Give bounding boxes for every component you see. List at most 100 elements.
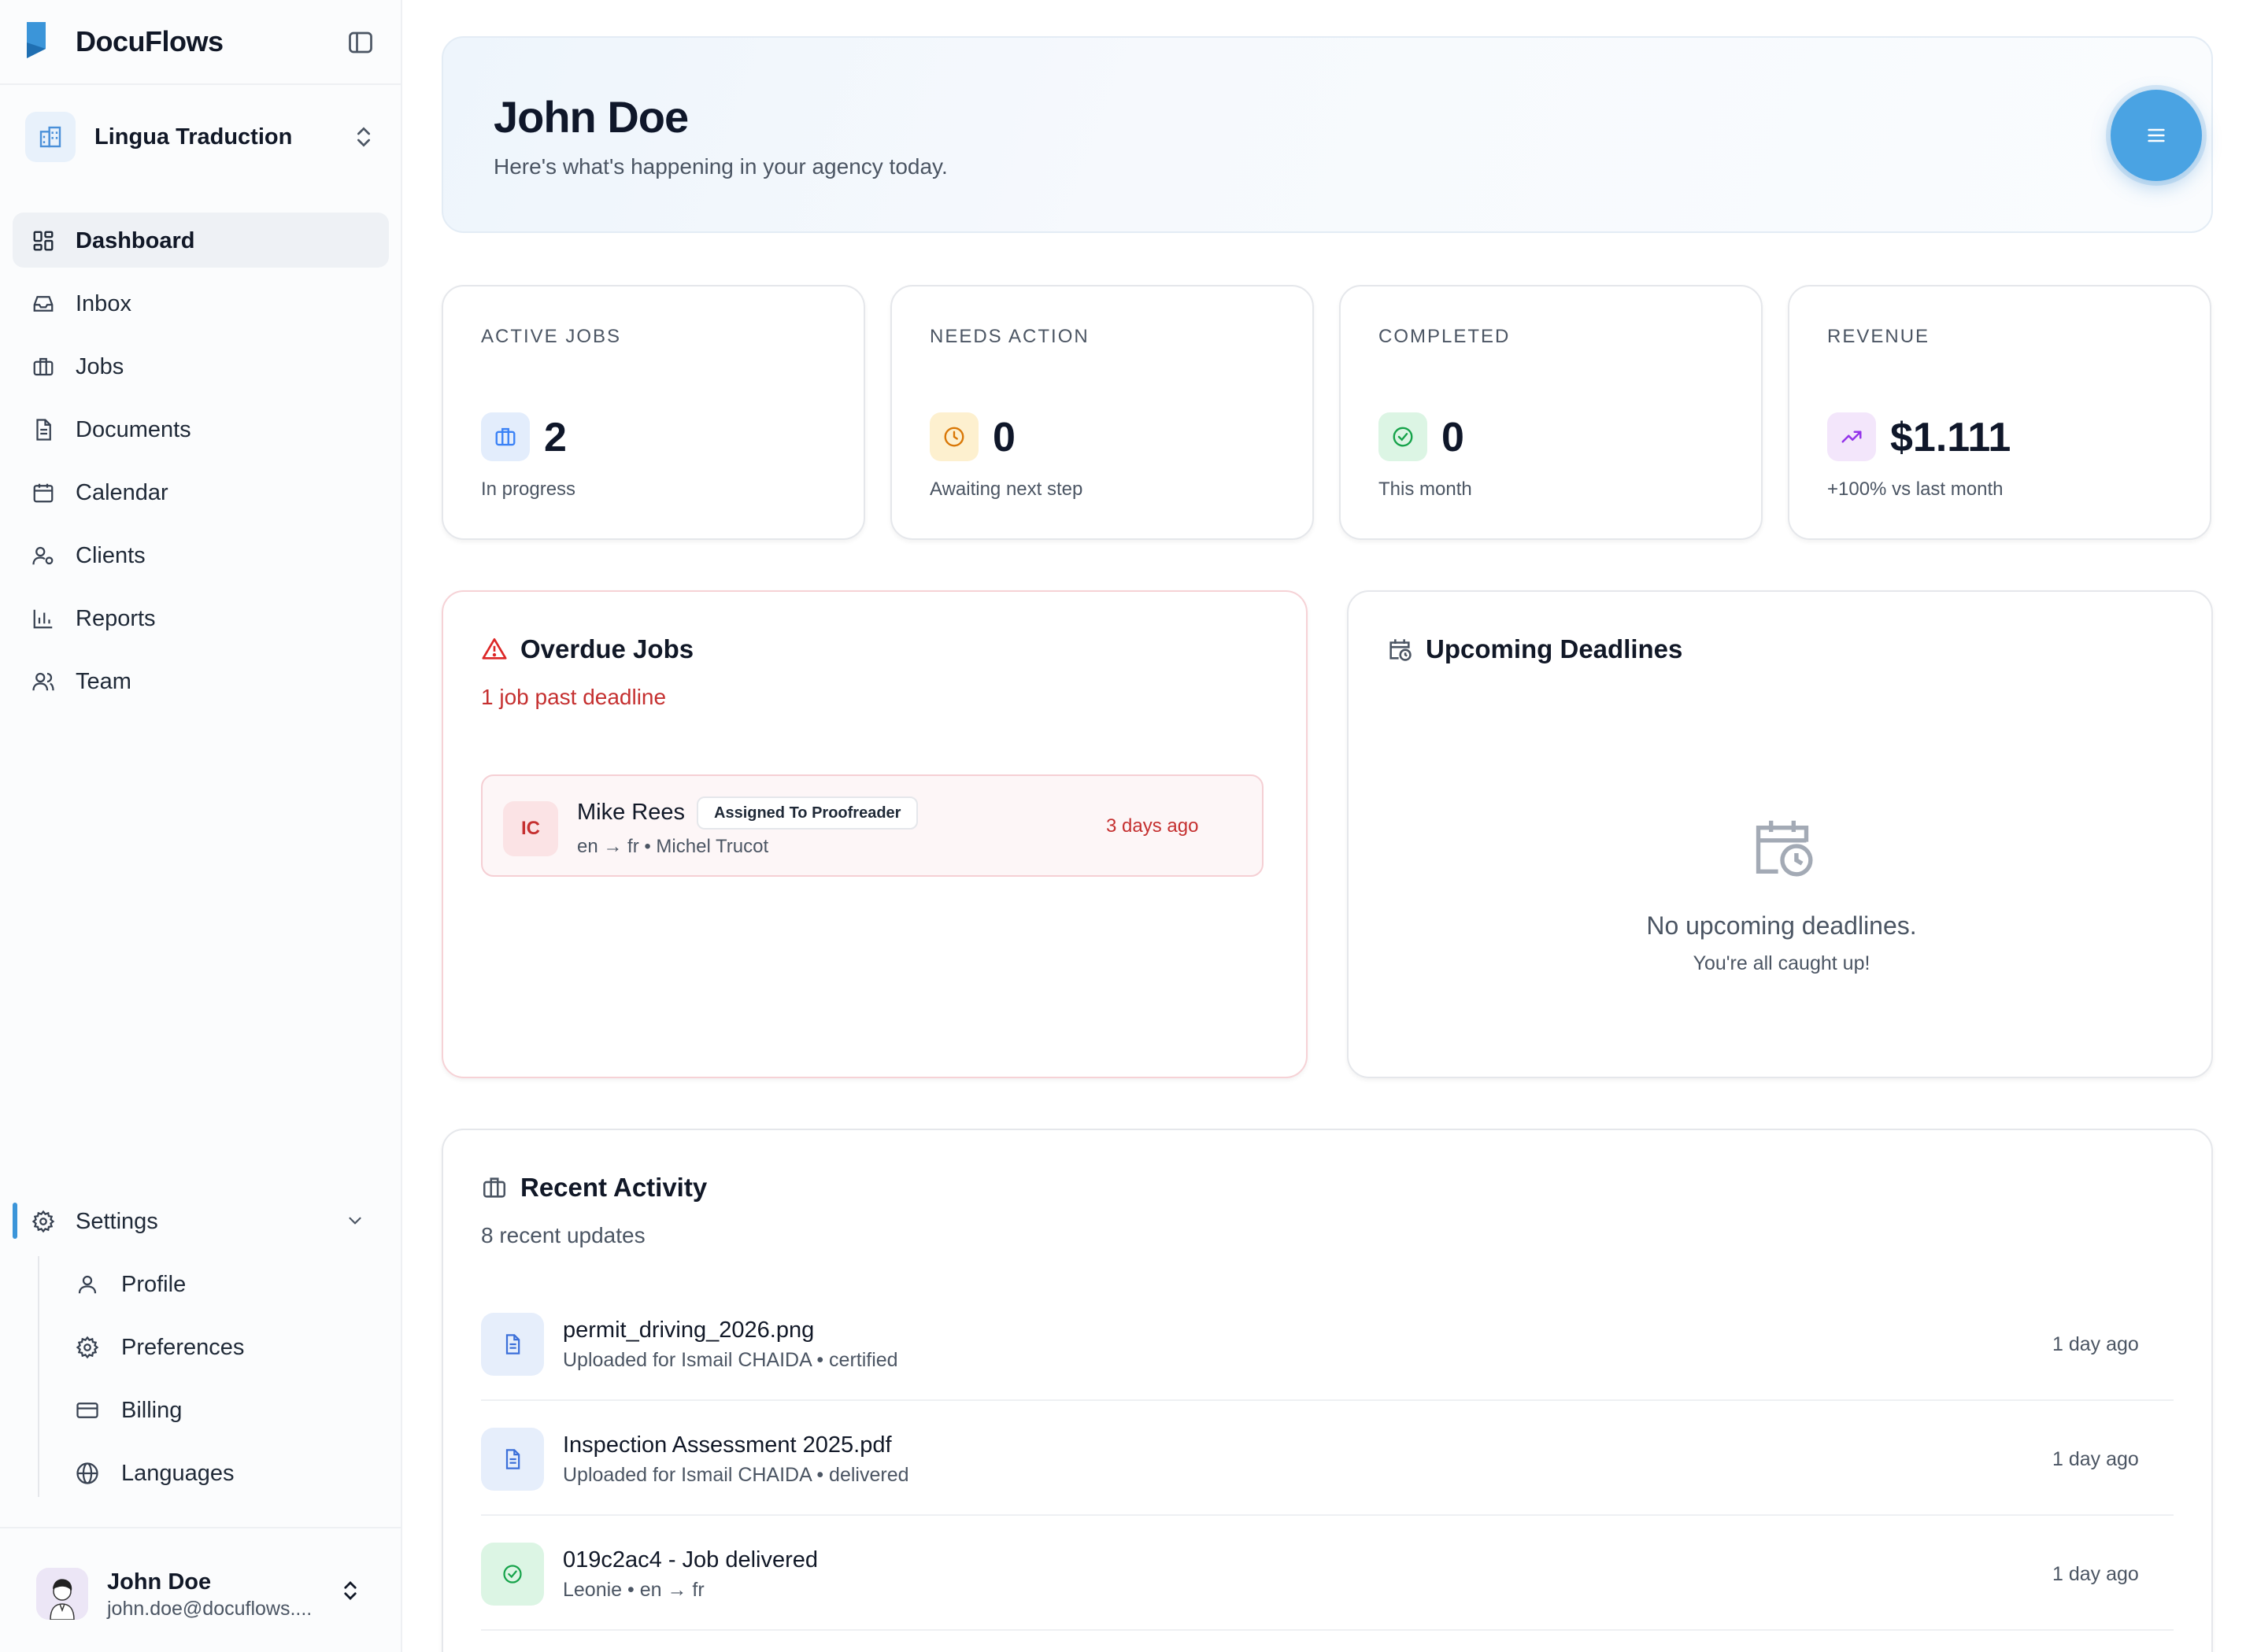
- building-icon: [25, 112, 76, 162]
- nav-item-team[interactable]: Team: [13, 653, 389, 708]
- gear-icon: [31, 1210, 55, 1233]
- nav-item-documents[interactable]: Documents: [13, 401, 389, 456]
- active-indicator: [13, 1203, 17, 1239]
- nav-label: Inbox: [76, 291, 131, 316]
- activity-title: 019c2ac4 - Job delivered: [563, 1547, 819, 1573]
- nav-item-settings[interactable]: Settings: [13, 1193, 389, 1248]
- nav-label: Calendar: [76, 480, 168, 505]
- overdue-count: 1 job past deadline: [481, 685, 667, 709]
- brand-name: DocuFlows: [76, 25, 224, 57]
- globe-icon: [76, 1462, 98, 1484]
- activity-subtitle: Leonie • en → fr: [563, 1579, 705, 1601]
- menu-icon: [2148, 128, 2165, 142]
- calendar-clock-icon: [1389, 639, 1412, 661]
- menu-button[interactable]: [2111, 90, 2202, 181]
- sidebar-toggle-icon[interactable]: [346, 28, 375, 57]
- avatar: [36, 1568, 88, 1620]
- nav-label: Reports: [76, 606, 156, 631]
- dashboard-icon: [33, 231, 54, 251]
- nav-label: Clients: [76, 543, 146, 568]
- nav-label: Profile: [121, 1272, 187, 1297]
- overdue-job-row[interactable]: IC Mike Rees Assigned To Proofreader en …: [481, 774, 1264, 877]
- nav-label: Team: [76, 669, 131, 694]
- check-circle-icon: [481, 1543, 544, 1606]
- activity-item[interactable]: Inspection Assessment 2025.pdf Uploaded …: [481, 1401, 2174, 1516]
- user-icon: [78, 1275, 97, 1294]
- chevrons-up-down-icon: [357, 127, 370, 147]
- main-nav: Dashboard Inbox Jobs Documents Calendar …: [13, 213, 389, 716]
- job-client-name: Mike Rees: [577, 800, 685, 825]
- activity-item[interactable]: 019c2ac4 - Job delivered Leonie • en → f…: [481, 1516, 2174, 1631]
- gear-icon: [76, 1336, 99, 1359]
- nav-label: Billing: [121, 1398, 183, 1423]
- page-title: John Doe: [494, 92, 689, 142]
- nav-item-calendar[interactable]: Calendar: [13, 464, 389, 519]
- user-menu[interactable]: John Doe john.doe@docuflows....: [0, 1527, 401, 1652]
- stat-card-completed: COMPLETED 0 This month: [1339, 285, 1763, 540]
- stat-subtext: This month: [1378, 479, 1472, 500]
- clients-icon: [32, 546, 54, 565]
- nav-item-reports[interactable]: Reports: [13, 590, 389, 645]
- empty-state-title: No upcoming deadlines.: [1646, 911, 1917, 940]
- calendar-clock-icon: [1756, 820, 1813, 877]
- stat-card-needs-action: NEEDS ACTION 0 Awaiting next step: [890, 285, 1314, 540]
- nav-label: Jobs: [76, 354, 124, 379]
- job-meta: en → fr • Michel Trucot: [577, 836, 769, 857]
- nav-item-preferences[interactable]: Preferences: [55, 1319, 389, 1374]
- briefcase-icon: [483, 1177, 506, 1198]
- document-icon: [36, 419, 51, 441]
- chevrons-up-down-icon: [344, 1581, 357, 1600]
- activity-title: permit_driving_2026.png: [563, 1318, 815, 1343]
- nav-item-dashboard[interactable]: Dashboard: [13, 213, 389, 268]
- activity-item[interactable]: permit_driving_2026.png Uploaded for Ism…: [481, 1286, 2174, 1401]
- stat-label: REVENUE: [1827, 326, 1930, 347]
- stat-card-active-jobs: ACTIVE JOBS 2 In progress: [442, 285, 865, 540]
- trending-up-icon: [1827, 412, 1876, 461]
- nav-item-inbox[interactable]: Inbox: [13, 275, 389, 331]
- nav-label: Preferences: [121, 1335, 245, 1360]
- status-badge: Assigned To Proofreader: [697, 796, 919, 830]
- nav-item-profile[interactable]: Profile: [55, 1256, 389, 1311]
- docuflows-logo-icon: [27, 22, 46, 58]
- empty-state-subtitle: You're all caught up!: [1693, 952, 1870, 974]
- main-content: John Doe Here's what's happening in your…: [402, 0, 2246, 1652]
- activity-title: Inspection Assessment 2025.pdf: [563, 1432, 892, 1458]
- nav-item-clients[interactable]: Clients: [13, 527, 389, 582]
- sidebar: DocuFlows Lingua Traduction Dashboard In…: [0, 0, 402, 1652]
- document-icon: [481, 1428, 544, 1491]
- org-switcher[interactable]: Lingua Traduction: [13, 109, 390, 165]
- brand-header: DocuFlows: [0, 0, 401, 85]
- alert-triangle-icon: [482, 638, 507, 660]
- recent-activity-panel: Recent Activity 8 recent updates permit_…: [442, 1129, 2213, 1652]
- activity-time: 1 day ago: [2052, 1333, 2139, 1355]
- chevron-down-icon: [349, 1217, 361, 1225]
- stat-subtext: +100% vs last month: [1827, 479, 2004, 500]
- calendar-icon: [33, 483, 54, 503]
- overdue-jobs-panel: Overdue Jobs 1 job past deadline IC Mike…: [442, 590, 1308, 1078]
- stat-value: $1.111: [1890, 415, 2011, 460]
- settings-subnav: Profile Preferences Billing Languages: [55, 1256, 389, 1508]
- job-overdue-time: 3 days ago: [1106, 815, 1199, 837]
- activity-time: 1 day ago: [2052, 1563, 2139, 1585]
- inbox-icon: [33, 296, 54, 312]
- nav-item-jobs[interactable]: Jobs: [13, 338, 389, 394]
- activity-count: 8 recent updates: [481, 1223, 646, 1247]
- stat-label: COMPLETED: [1378, 326, 1511, 347]
- activity-subtitle: Uploaded for Ismail CHAIDA • delivered: [563, 1464, 909, 1486]
- stat-subtext: Awaiting next step: [930, 479, 1083, 500]
- nav-label: Dashboard: [76, 228, 195, 253]
- panel-title: Upcoming Deadlines: [1426, 634, 1683, 663]
- briefcase-icon: [33, 357, 54, 376]
- stat-label: NEEDS ACTION: [930, 326, 1090, 347]
- activity-time: 1 day ago: [2052, 1448, 2139, 1470]
- clock-icon: [930, 412, 979, 461]
- nav-label: Documents: [76, 417, 191, 442]
- user-email: john.doe@docuflows....: [107, 1598, 313, 1620]
- nav-item-languages[interactable]: Languages: [55, 1445, 389, 1500]
- stat-value: 0: [1441, 415, 1464, 460]
- subnav-divider: [38, 1256, 39, 1497]
- bar-chart-icon: [33, 609, 53, 629]
- page-subtitle: Here's what's happening in your agency t…: [494, 154, 948, 179]
- nav-item-billing[interactable]: Billing: [55, 1382, 389, 1437]
- briefcase-icon: [481, 412, 530, 461]
